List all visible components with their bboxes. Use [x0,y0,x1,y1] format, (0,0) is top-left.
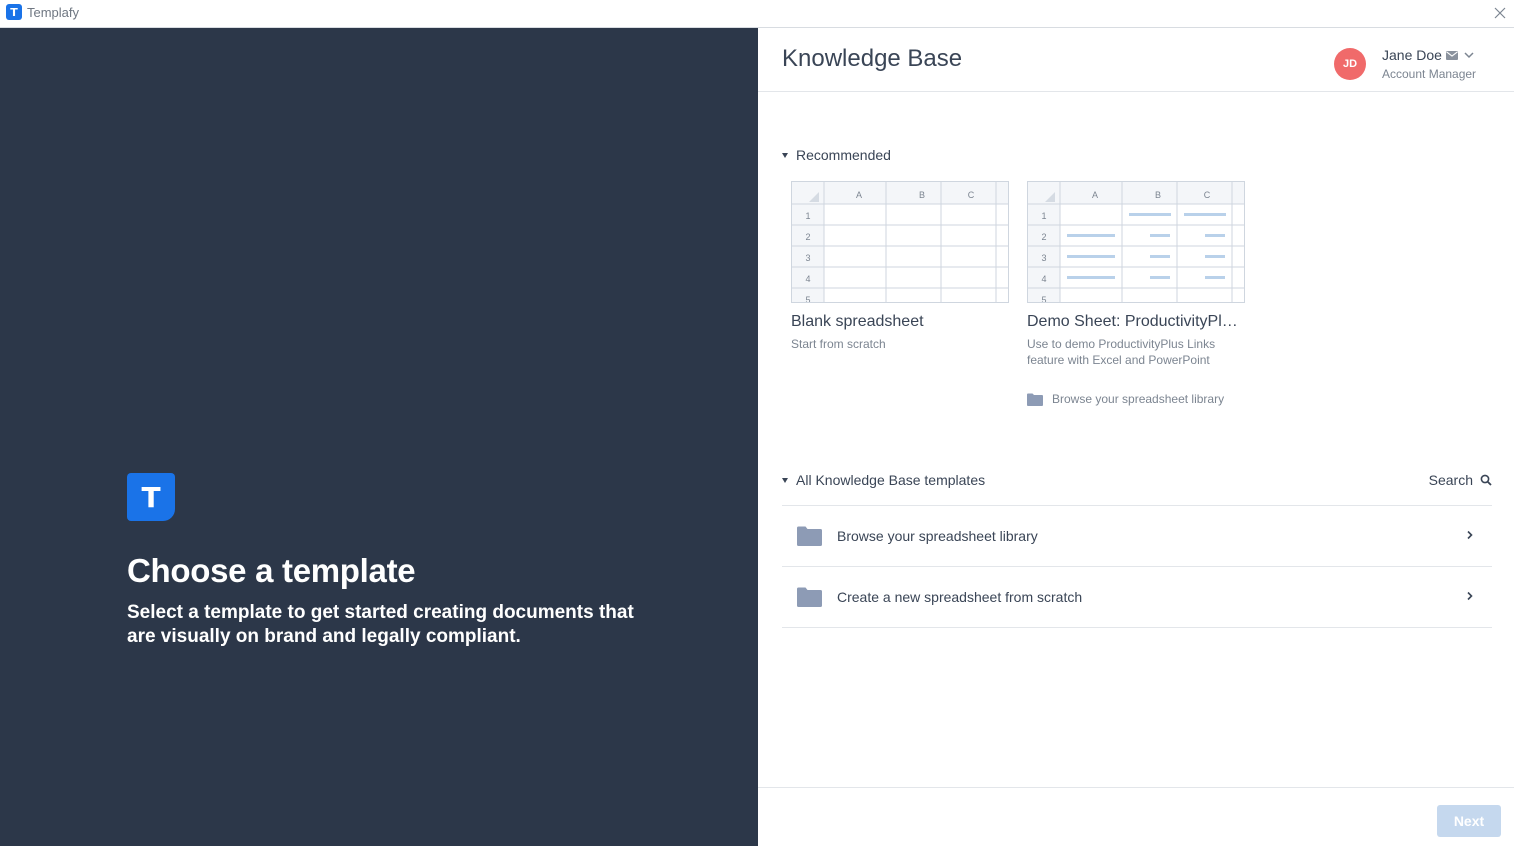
recommended-section-toggle[interactable]: Recommended [782,147,891,163]
spreadsheet-thumbnail: A B C 1 2 3 4 5 [791,181,1009,303]
row-header-4: 4 [1041,274,1046,284]
row-header-1: 1 [805,211,810,221]
card-title: Demo Sheet: ProductivityPlu… [1027,313,1245,330]
row-header-4: 4 [805,274,810,284]
page-title: Knowledge Base [782,45,963,72]
search-icon [1480,474,1492,486]
template-card-blank-spreadsheet[interactable]: A B C 1 2 3 4 5 Blank spreadsheet Start … [791,181,1009,352]
close-icon [1494,7,1506,19]
window-title-bar: T Templafy [0,0,1514,28]
templafy-logo-icon: T [6,4,22,20]
row-header-2: 2 [1041,232,1046,242]
list-item[interactable]: Browse your spreadsheet library [782,506,1492,567]
all-templates-section-toggle[interactable]: All Knowledge Base templates [782,472,985,488]
hero-panel: T Choose a template Select a template to… [0,28,758,846]
list-item-label: Browse your spreadsheet library [837,528,1038,544]
column-header-a: A [1092,190,1098,200]
spreadsheet-thumbnail: A B C 1 2 3 4 5 [1027,181,1245,303]
row-header-1: 1 [1041,211,1046,221]
template-folder-list: Browse your spreadsheet library Create a… [782,505,1492,628]
row-header-5: 5 [805,295,810,303]
list-item-label: Create a new spreadsheet from scratch [837,589,1083,605]
chevron-right-icon [1467,530,1473,540]
hero-subtitle: Select a template to get started creatin… [127,602,634,647]
card-description: Start from scratch [791,337,886,351]
panel-header: Knowledge Base JD Jane Doe Account Manag… [758,28,1514,92]
panel-footer: Next [758,787,1514,846]
search-button[interactable]: Search [1429,472,1492,488]
folder-icon [797,526,822,546]
column-header-b: B [919,190,925,200]
browse-link-label: Browse your spreadsheet library [1052,392,1225,406]
row-header-5: 5 [1041,295,1046,303]
user-name[interactable]: Jane Doe [1382,47,1442,63]
close-window-button[interactable] [1489,2,1511,24]
collapse-triangle-icon [782,152,788,158]
template-picker-panel: Knowledge Base JD Jane Doe Account Manag… [758,28,1514,846]
all-templates-heading: All Knowledge Base templates [796,472,986,488]
mail-icon [1446,51,1458,60]
column-header-a: A [856,190,862,200]
window-title: Templafy [27,5,80,20]
collapse-triangle-icon [782,477,788,483]
list-item[interactable]: Create a new spreadsheet from scratch [782,567,1492,628]
chevron-right-icon [1467,591,1473,601]
browse-spreadsheet-library-link[interactable]: Browse your spreadsheet library [1027,392,1224,406]
next-button[interactable]: Next [1437,805,1501,837]
recommended-heading: Recommended [796,147,891,163]
column-header-c: C [1204,190,1211,200]
folder-icon [797,587,822,607]
card-description: Use to demo ProductivityPlus Links featu… [1027,337,1216,367]
row-header-3: 3 [1041,253,1046,263]
user-role: Account Manager [1382,67,1477,81]
row-header-2: 2 [805,232,810,242]
search-label: Search [1428,472,1473,488]
folder-icon [1027,393,1043,406]
row-header-3: 3 [805,253,810,263]
column-header-b: B [1155,190,1161,200]
card-title: Blank spreadsheet [791,313,924,330]
user-menu-chevron-down-icon[interactable] [1463,50,1475,60]
templafy-brand-icon: T [127,473,175,521]
avatar[interactable]: JD [1334,48,1366,80]
column-header-c: C [968,190,975,200]
template-card-demo-sheet[interactable]: A B C 1 2 3 4 5 Demo Sheet: Productivity… [1027,181,1245,368]
hero-title: Choose a template [127,552,416,589]
